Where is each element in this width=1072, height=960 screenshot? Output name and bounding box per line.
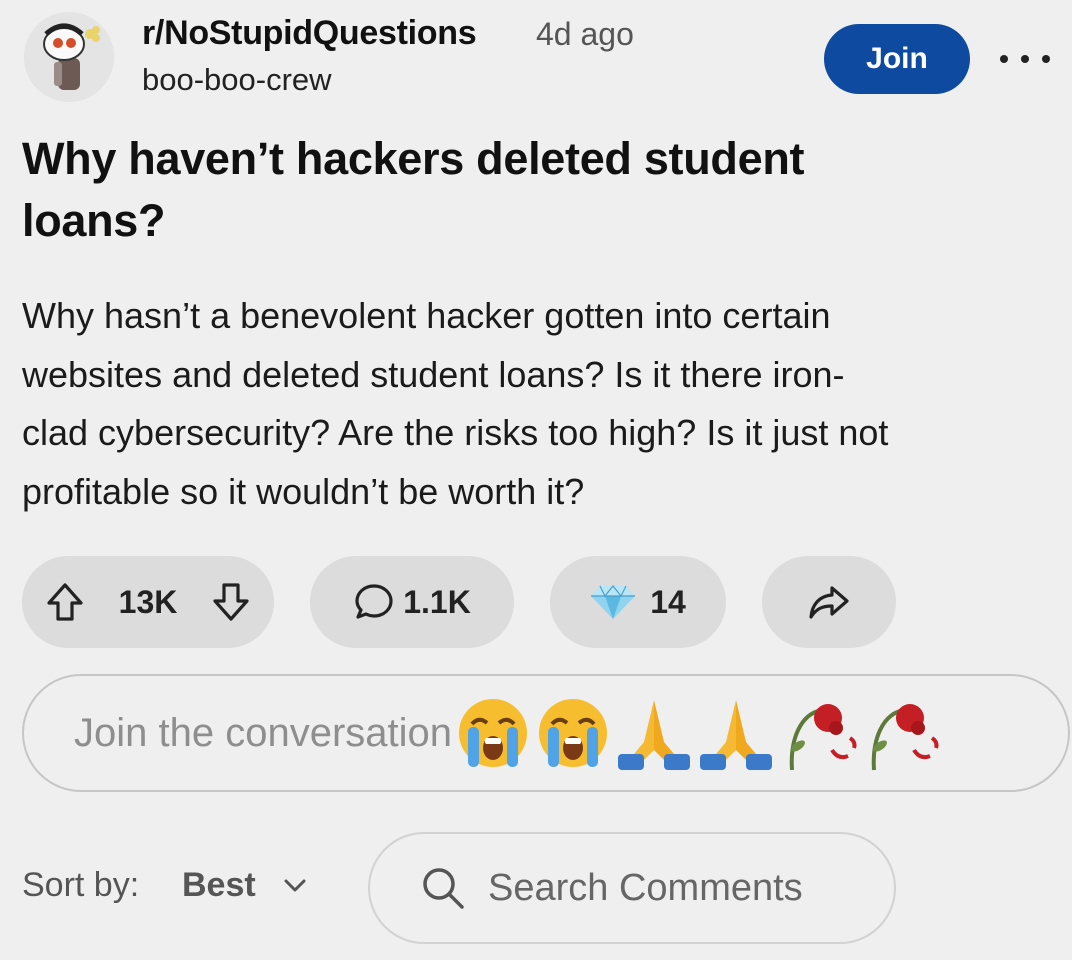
post-body-line: websites and deleted student loans? Is i… [22,353,845,395]
sort-dropdown[interactable]: Best [182,866,256,905]
search-comments-input[interactable]: Search Comments [368,832,896,944]
wilted-flower-icon [871,704,939,771]
emoji-sequence [454,694,940,772]
award-count: 14 [650,583,686,620]
dot [1021,55,1029,63]
upvote-icon[interactable] [46,582,84,622]
diamond-award-icon [590,584,636,620]
post-timestamp: 4d ago [536,16,634,52]
vote-score: 13K [118,583,178,620]
dot [1000,55,1008,63]
post-body: Why hasn’t a benevolent hacker gotten in… [22,287,1067,521]
subreddit-name[interactable]: r/NoStupidQuestions [142,14,477,53]
vote-bar: 13K [22,556,274,648]
comment-icon [353,582,395,622]
award-button[interactable]: 14 [550,556,726,648]
share-button[interactable] [762,556,896,648]
sort-label: Sort by: [22,866,140,904]
search-icon [420,865,466,911]
post-body-line: profitable so it wouldn’t be worth it? [22,470,585,512]
downvote-icon[interactable] [212,582,250,622]
folded-hands-icon [618,700,691,770]
join-conversation-text: Join the conversation [74,710,453,755]
dot [1042,55,1050,63]
post-title-line: Why haven’t hackers deleted student [22,133,805,184]
chevron-down-icon[interactable] [282,877,308,900]
more-options-icon[interactable] [1000,44,1050,74]
author-username[interactable]: boo-boo-crew [142,62,332,98]
join-conversation-input[interactable]: Join the conversation [22,674,1070,792]
loudly-crying-face-icon [539,699,608,767]
snoo-avatar-icon [24,12,114,102]
share-icon [808,584,850,620]
search-comments-placeholder: Search Comments [488,866,803,909]
loudly-crying-face-icon [459,699,528,767]
folded-hands-icon [700,700,773,770]
wilted-flower-icon [789,704,857,771]
avatar[interactable] [24,12,114,102]
join-button[interactable]: Join [824,24,970,94]
post-body-line: clad cybersecurity? Are the risks too hi… [22,412,889,453]
comments-button[interactable]: 1.1K [310,556,514,648]
post-title-line: loans? [22,195,166,246]
comment-count: 1.1K [403,583,471,620]
post-title: Why haven’t hackers deleted student loan… [22,128,1022,252]
post-body-line: Why hasn’t a benevolent hacker gotten in… [22,295,831,336]
